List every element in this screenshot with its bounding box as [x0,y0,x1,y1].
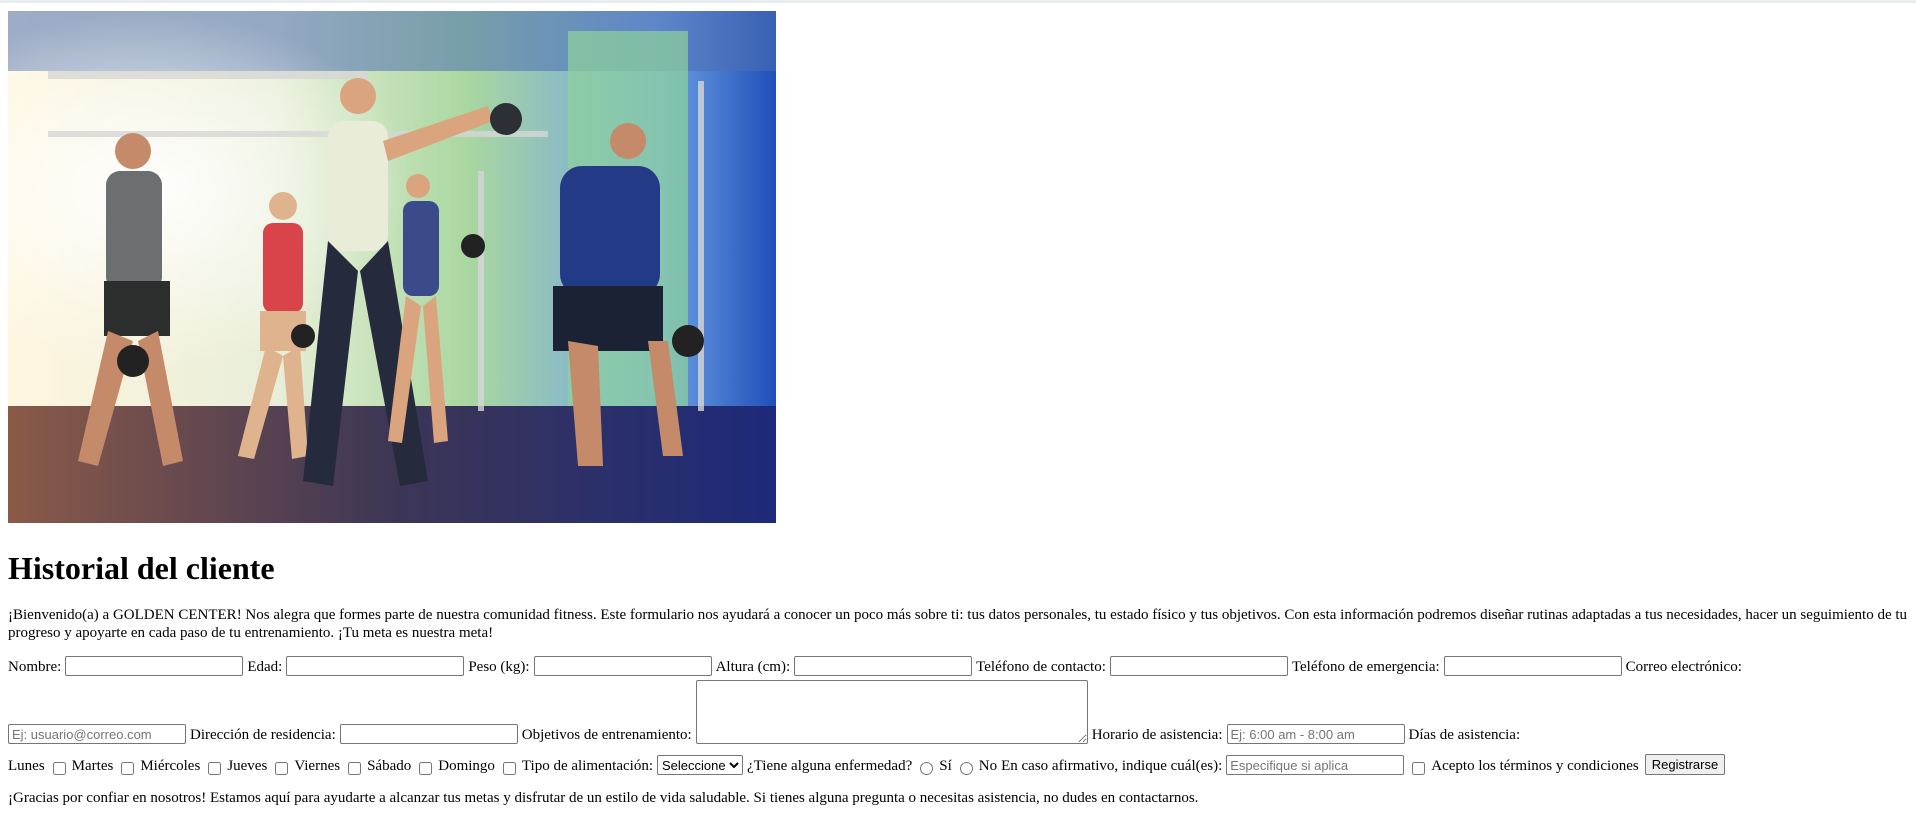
thanks-text: ¡Gracias por confiar en nosotros! Estamo… [8,790,1199,806]
objetivos-textarea[interactable] [695,680,1088,744]
dia-checkbox-viernes[interactable] [348,762,362,775]
telefono-input[interactable] [1109,656,1288,676]
form-row-1: Nombre: Edad: Peso (kg): Altura (cm): Te… [8,656,1746,676]
dia-label-martes: Martes [71,758,114,774]
direccion-label: Dirección de residencia: [190,727,336,743]
peso-label: Peso (kg): [468,659,530,675]
emergencia-input[interactable] [1443,656,1622,676]
terminos-label: Acepto los términos y condiciones [1431,758,1639,774]
dia-checkbox-lunes[interactable] [52,762,66,775]
horario-input[interactable] [1226,724,1405,744]
intro-text: ¡Bienvenido(a) a GOLDEN CENTER! Nos aleg… [8,607,1908,641]
cual-input[interactable] [1226,755,1405,775]
enfermedad-no-label: No [978,758,998,774]
edad-input[interactable] [286,656,465,676]
dia-label-domingo: Domingo [438,758,495,774]
dia-label-viernes: Viernes [294,758,341,774]
dia-checkbox-miercoles[interactable] [208,762,222,775]
alimentacion-select[interactable]: Seleccione [657,755,744,775]
correo-input[interactable] [8,724,186,744]
peso-input[interactable] [533,656,712,676]
nombre-label: Nombre: [8,659,62,675]
enfermedad-no-radio[interactable] [959,762,973,775]
enfermedad-si-radio[interactable] [920,762,934,775]
form-row-2: Dirección de residencia: Objetivos de en… [8,680,1524,744]
emergencia-label: Teléfono de emergencia: [1291,659,1440,675]
enfermedad-label: ¿Tiene alguna enfermedad? [747,758,913,774]
dia-label-miercoles: Miércoles [140,758,201,774]
correo-label: Correo electrónico: [1625,659,1742,675]
dias-label: Días de asistencia: [1408,727,1521,743]
dia-checkbox-domingo[interactable] [502,762,516,775]
registrarse-button[interactable]: Registrarse [1644,754,1726,775]
direccion-input[interactable] [339,724,518,744]
gym-photo [8,11,776,523]
dia-label-lunes: Lunes [8,758,45,774]
nombre-input[interactable] [65,656,244,676]
top-border [0,0,1916,3]
alimentacion-label: Tipo de alimentación: [521,758,654,774]
dia-checkbox-jueves[interactable] [275,762,289,775]
edad-label: Edad: [247,659,283,675]
enfermedad-si-label: Sí [939,758,952,774]
cual-label: En caso afirmativo, indique cuál(es): [1001,758,1223,774]
telefono-label: Teléfono de contacto: [976,659,1106,675]
terminos-checkbox[interactable] [1412,762,1426,775]
form-row-3: Lunes Martes Miércoles Jueves Viernes Sá… [8,754,1726,775]
objetivos-label: Objetivos de entrenamiento: [521,727,692,743]
dia-checkbox-sabado[interactable] [419,762,433,775]
dia-checkbox-martes[interactable] [121,762,135,775]
altura-label: Altura (cm): [715,659,791,675]
page-title: Historial del cliente [8,550,275,586]
altura-input[interactable] [794,656,973,676]
dia-label-sabado: Sábado [367,758,412,774]
dia-label-jueves: Jueves [227,758,268,774]
horario-label: Horario de asistencia: [1091,727,1223,743]
